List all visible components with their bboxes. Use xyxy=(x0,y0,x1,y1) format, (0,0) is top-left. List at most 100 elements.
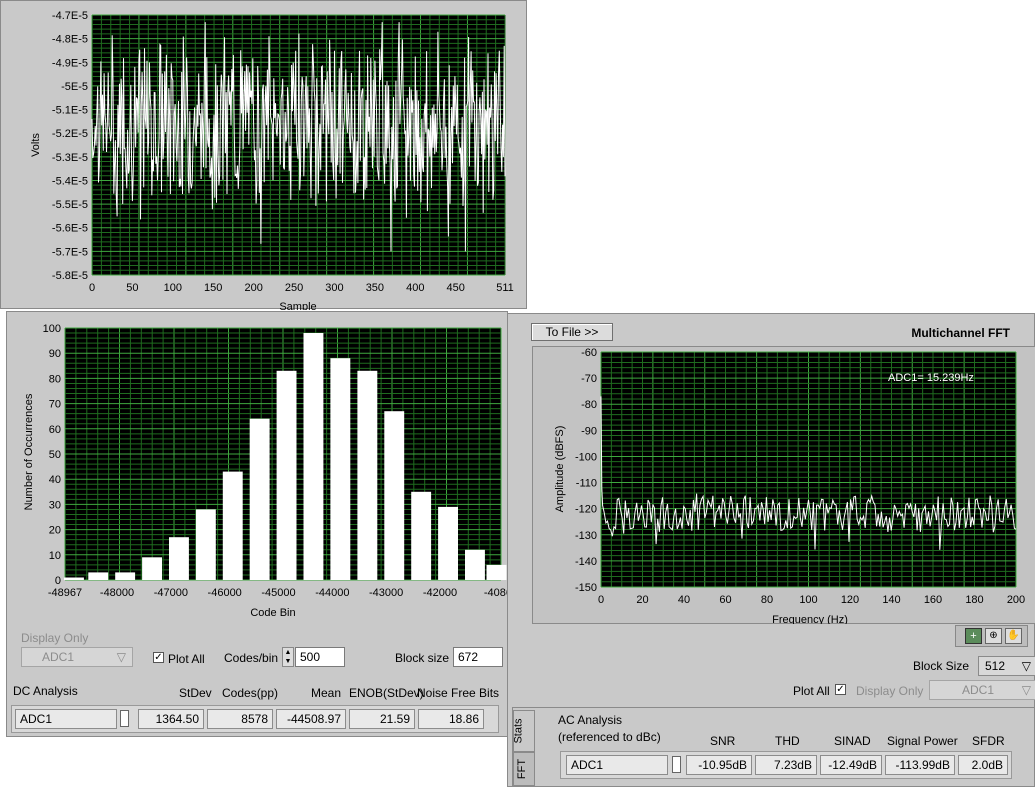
dc-header-enob: ENOB(StDev) xyxy=(349,686,424,700)
block-size-input[interactable]: 672 xyxy=(453,647,503,667)
waveform-xtick-label: 450 xyxy=(447,282,465,294)
fft-display-only-value: ADC1 xyxy=(962,683,995,697)
waveform-ytick-label: -5.2E-5 xyxy=(52,128,88,140)
histogram-xtick-label: -43000 xyxy=(369,587,403,599)
codes-per-bin-input[interactable]: 500 xyxy=(295,647,345,667)
tab-stats[interactable]: Stats xyxy=(513,710,535,752)
dc-header-nfb: Noise Free Bits xyxy=(417,686,500,700)
fft-panel: To File >> Multichannel FFT -60 -70 -80 -90… xyxy=(507,313,1035,787)
fft-ytick-label: -130 xyxy=(575,530,597,542)
histogram-bar xyxy=(276,370,297,580)
histogram-bar xyxy=(88,572,109,580)
ac-header-sinad: SINAD xyxy=(834,734,871,748)
fft-xlabel: Frequency (Hz) xyxy=(772,614,848,624)
waveform-ytick-label: -5E-5 xyxy=(61,81,88,93)
fft-block-size-value: 512 xyxy=(985,659,1006,673)
fft-xtick-label: 40 xyxy=(678,594,690,606)
waveform-ytick-label: -5.4E-5 xyxy=(52,175,88,187)
pan-hand-icon[interactable]: ✋ xyxy=(1005,628,1022,644)
plot-all-checkbox[interactable]: ✓ xyxy=(153,652,164,663)
ac-row-channel: ADC1 xyxy=(566,755,668,775)
fft-ytick-label: -100 xyxy=(575,451,597,463)
fft-ylabel: Amplitude (dBFS) xyxy=(554,426,566,513)
fft-ytick-label: -90 xyxy=(581,425,597,437)
histogram-ytick-label: 80 xyxy=(49,373,61,385)
tab-stats-label: Stats xyxy=(512,718,525,744)
chevron-down-icon: ▽ xyxy=(1021,659,1031,673)
fft-xtick-label: 80 xyxy=(761,594,773,606)
fft-xtick-label: 120 xyxy=(841,594,859,606)
waveform-ytick-label: -5.5E-5 xyxy=(52,199,88,211)
waveform-ytick-label: -4.8E-5 xyxy=(52,34,88,46)
dc-row-nfb: 18.86 xyxy=(418,709,484,729)
histogram-ytick-label: 0 xyxy=(55,575,61,587)
histogram-xlabel: Code Bin xyxy=(250,607,295,619)
waveform-xtick-label: 350 xyxy=(366,282,384,294)
histogram-ytick-label: 90 xyxy=(49,348,61,360)
ac-row-thd: 7.23dB xyxy=(755,755,817,775)
ac-row-sfdr: 2.0dB xyxy=(958,755,1008,775)
waveform-xtick-label: 400 xyxy=(406,282,424,294)
waveform-ylabel: Volts xyxy=(30,133,42,157)
codes-per-bin-stepper[interactable]: ▲ ▼ xyxy=(282,647,294,667)
fft-xtick-label: 200 xyxy=(1007,594,1025,606)
ac-row-snr: -10.95dB xyxy=(686,755,752,775)
fft-annotation: ADC1= 15.239Hz xyxy=(888,372,974,384)
histogram-bar xyxy=(411,491,432,580)
crosshair-cursor-icon[interactable]: + xyxy=(965,628,982,644)
histogram-xtick-label: -46000 xyxy=(208,587,242,599)
dc-row-mean: -44508.97 xyxy=(276,709,346,729)
waveform-xlabel: Sample xyxy=(279,301,316,310)
histogram-ytick-label: 30 xyxy=(49,499,61,511)
histogram-graph: 1009080706050403020100 -48967 -48000 -4700… xyxy=(23,323,509,619)
waveform-xtick-label: 300 xyxy=(325,282,343,294)
fft-ytick-label: -80 xyxy=(581,399,597,411)
fft-display-only-select[interactable]: ADC1 ▽ xyxy=(929,680,1035,700)
fft-xtick-label: 100 xyxy=(799,594,817,606)
fft-ytick-label: -70 xyxy=(581,373,597,385)
block-size-label: Block size xyxy=(395,651,450,665)
dc-row-channel: ADC1 xyxy=(15,709,117,729)
fft-block-size-label: Block Size xyxy=(913,659,970,673)
waveform-xtick-label: 511 xyxy=(496,282,514,294)
chevron-down-icon: ▽ xyxy=(1021,683,1031,697)
fft-plot-all-checkbox[interactable]: ✓ xyxy=(835,684,846,695)
fft-xtick-label: 160 xyxy=(924,594,942,606)
ac-row-signal-power: -113.99dB xyxy=(885,755,955,775)
chevron-down-icon: ▽ xyxy=(116,650,126,664)
ac-header-thd: THD xyxy=(775,734,800,748)
fft-xtick-label: 180 xyxy=(965,594,983,606)
waveform-ytick-label: -5.3E-5 xyxy=(52,152,88,164)
histogram-xtick-label: -47000 xyxy=(154,587,188,599)
histogram-ytick-label: 20 xyxy=(49,525,61,537)
fft-ytick-label: -140 xyxy=(575,556,597,568)
fft-display-only-label: Display Only xyxy=(856,684,924,698)
ac-header-snr: SNR xyxy=(710,734,736,748)
waveform-ytick-label: -4.9E-5 xyxy=(52,57,88,69)
waveform-ytick-label: -4.7E-5 xyxy=(52,10,88,22)
tab-fft[interactable]: FFT xyxy=(513,752,535,786)
histogram-bar xyxy=(142,557,162,580)
dc-panel: 100 90 80 70 60 50 40 30 20 10 0 -48967 -48000 -4700… xyxy=(6,311,509,737)
waveform-panel: -4.7E-5 -4.8E-5 -4.9E-5 -5E-5 -5.1E-5 -5.2E-5… xyxy=(0,0,527,310)
fft-xtick-label: 20 xyxy=(636,594,648,606)
waveform-xtick-label: 200 xyxy=(244,282,262,294)
histogram-ytick-label: 10 xyxy=(49,550,61,562)
waveform-xtick-label: 250 xyxy=(285,282,303,294)
display-only-select[interactable]: ADC1 ▽ xyxy=(21,647,133,667)
histogram-xtick-label: -45000 xyxy=(261,587,295,599)
waveform-xtick-label: 150 xyxy=(204,282,222,294)
fft-ytick-label: -120 xyxy=(575,504,597,516)
fft-block-size-select[interactable]: 512 ▽ xyxy=(978,656,1035,676)
zoom-icon[interactable]: ⊕ xyxy=(985,628,1002,644)
histogram-bar xyxy=(195,509,216,580)
histogram-ytick-label: 70 xyxy=(49,399,61,411)
fft-ytick-label: -60 xyxy=(581,347,597,359)
waveform-ytick-label: -5.8E-5 xyxy=(52,270,88,282)
histogram-bar xyxy=(115,572,136,580)
dc-row-stdev: 1364.50 xyxy=(138,709,204,729)
display-only-value: ADC1 xyxy=(42,650,75,664)
dc-row-codes-pp: 8578 xyxy=(207,709,273,729)
histogram-bar xyxy=(486,564,507,580)
histogram-bar xyxy=(64,577,84,580)
